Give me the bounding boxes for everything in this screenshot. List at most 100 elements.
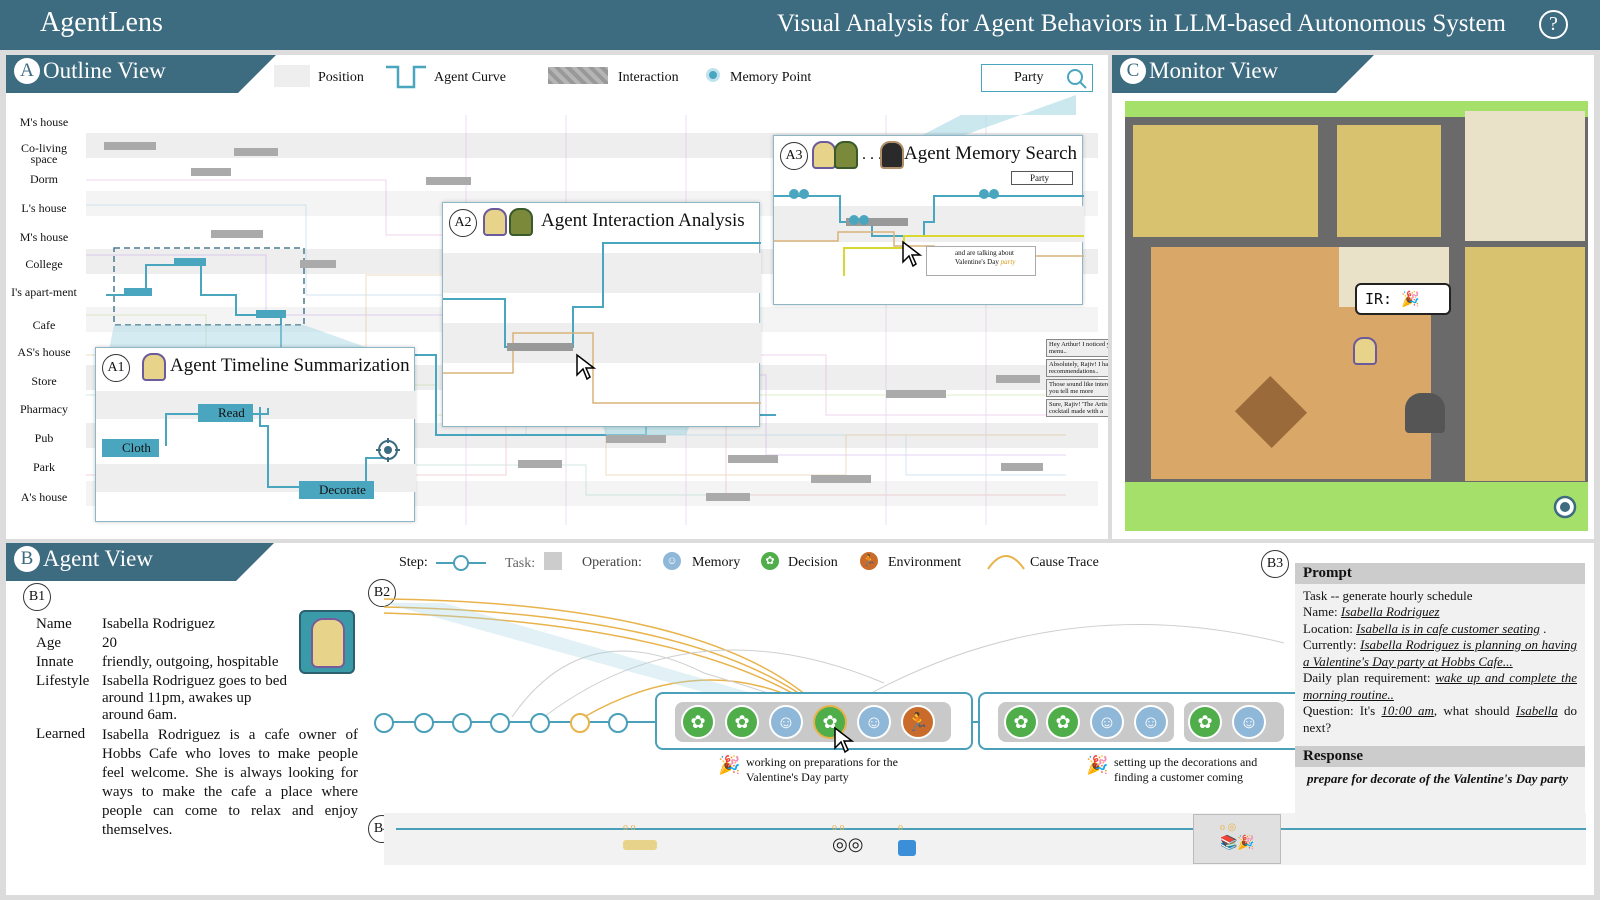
shirt-icon <box>898 840 916 856</box>
profile-value: 20 <box>102 635 117 651</box>
step-node-highlighted[interactable] <box>570 713 590 733</box>
memory-target-icon[interactable] <box>376 438 400 462</box>
profile-value: friendly, outgoing, hospitable <box>102 654 279 670</box>
step-node[interactable] <box>374 713 394 733</box>
prompt-key: Location: <box>1303 620 1353 636</box>
tag-label: Decorate <box>319 482 366 497</box>
agent-view-tab: B Agent View <box>6 543 274 581</box>
decision-op-icon[interactable]: ✿ <box>1188 705 1222 739</box>
step-node[interactable] <box>414 713 434 733</box>
prompt-value: Isabella is in cafe customer seating <box>1356 620 1540 636</box>
prompt-heading: Prompt <box>1295 563 1585 584</box>
agent-memory-search: A3 . . . Agent Memory Search Party and a… <box>773 135 1084 305</box>
prompt-value: 10:00 am <box>1381 703 1434 718</box>
step-node[interactable] <box>490 713 510 733</box>
agent-view-title: Agent View <box>43 546 153 571</box>
app-header: AgentLens Visual Analysis for Agent Beha… <box>0 0 1600 50</box>
monitor-view-tab: C Monitor View <box>1112 55 1374 93</box>
timeline-tag-cloth[interactable]: Cloth <box>102 439 159 457</box>
app-subtitle: Visual Analysis for Agent Behaviors in L… <box>776 10 1506 37</box>
decision-op-icon[interactable]: ✿ <box>725 705 759 739</box>
cursor-icon <box>576 353 597 381</box>
prompt-key: Daily plan requirement: <box>1303 670 1431 685</box>
memory-icon: ☺ <box>661 550 683 572</box>
environment-op-icon[interactable]: 🏃 <box>901 705 935 739</box>
prompt-panel: Prompt Task -- generate hourly schedule … <box>1295 563 1585 823</box>
note-mid: are talking <box>966 249 997 257</box>
memory-points-group[interactable]: o <box>898 822 922 862</box>
chat-message: Those sound like interesting choices! Co… <box>1046 379 1108 397</box>
decision-op-icon[interactable]: ✿ <box>1004 705 1038 739</box>
profile-value: Isabella Rodriguez <box>102 616 215 632</box>
books-icon: 📚🎉 <box>1220 836 1255 851</box>
prompt-body: Task -- generate hourly schedule Name: I… <box>1303 587 1578 735</box>
memory-points-group[interactable]: o o ◎◎ <box>832 822 872 862</box>
decision-op-icon[interactable]: ✿ <box>1046 705 1080 739</box>
step-node[interactable] <box>608 713 628 733</box>
profile-key: Lifestyle <box>36 673 90 689</box>
a3-interaction-note: and are talking about Valentine's Day pa… <box>926 246 1036 276</box>
memory-op-icon[interactable]: ☺ <box>1090 705 1124 739</box>
memory-op-icon[interactable]: ☺ <box>1232 705 1266 739</box>
step-legend-icon <box>436 555 486 571</box>
speech-bubble: IR: 🎉 <box>1355 283 1451 315</box>
monitor-view-title: Monitor View <box>1149 58 1279 83</box>
cursor-icon <box>834 726 855 754</box>
prompt-task: Task -- generate hourly schedule <box>1303 587 1473 603</box>
agent-interaction-analysis: A2 Agent Interaction Analysis Hey Arthur… <box>442 202 1108 427</box>
party-popper-icon: 🎉 <box>1086 755 1109 775</box>
task-group-1[interactable]: ✿ ✿ ☺ ✿ ☺ 🏃 <box>655 692 973 754</box>
legend-operation-label: Operation: <box>582 555 642 570</box>
memory-points-group[interactable]: o o <box>623 822 657 862</box>
b3-badge: B3 <box>1261 550 1289 578</box>
tag-label: Cloth <box>122 440 151 455</box>
memory-op-icon[interactable]: ☺ <box>769 705 803 739</box>
locate-target-icon[interactable] <box>1551 493 1579 521</box>
legend-environment-label: Environment <box>888 555 962 570</box>
panel-badge: B <box>14 546 40 572</box>
profile-value: Isabella Rodriguez is a cafe owner of Ho… <box>102 727 358 838</box>
legend-task-label: Task: <box>505 556 536 571</box>
glasses-icon: ◎◎ <box>832 834 864 854</box>
panel-badge: C <box>1120 58 1146 84</box>
memory-op-icon[interactable]: ☺ <box>857 705 891 739</box>
app-title: AgentLens <box>40 7 163 38</box>
game-map[interactable]: IR: 🎉 <box>1125 101 1588 531</box>
question-circle-icon[interactable]: ? <box>1539 10 1568 39</box>
task-group-2[interactable]: ✿ ✿ ☺ ☺ ✿ ☺ <box>978 692 1298 750</box>
task-legend-swatch <box>544 552 562 570</box>
decision-op-icon[interactable]: ✿ <box>681 705 715 739</box>
profile-key: Learned <box>36 726 86 742</box>
step-node[interactable] <box>530 713 550 733</box>
memory-points-group[interactable]: o ◎ 📚🎉 <box>1220 822 1264 862</box>
prompt-key: Currently: <box>1303 637 1357 652</box>
party-popper-icon: 🎉 <box>718 755 741 775</box>
profile-key: Innate <box>36 654 74 670</box>
chat-message: Hey Arthur! I noticed you're updating th… <box>1046 339 1108 357</box>
step-node[interactable] <box>452 713 472 733</box>
task-summary-2: setting up the decorations and finding a… <box>1114 755 1258 784</box>
isabella-sprite-icon[interactable] <box>1353 337 1377 365</box>
monitor-view-panel: C Monitor View IR: 🎉 <box>1112 55 1594 539</box>
cursor-icon <box>902 240 923 268</box>
decision-icon: ✿ <box>759 550 781 572</box>
b1-badge: B1 <box>23 583 51 611</box>
chat-message: Absolutely, Rajiv! I have a few cocktail… <box>1046 359 1108 377</box>
memory-op-icon[interactable]: ☺ <box>1134 705 1168 739</box>
profile-value: Isabella Rodriguez goes to bed around 11… <box>102 673 287 723</box>
prompt-key: Name: <box>1303 604 1338 619</box>
food-icon <box>623 840 657 850</box>
legend-step-label: Step: <box>399 555 428 570</box>
outline-view-panel: A Outline View Position Agent Curve Inter… <box>6 55 1108 539</box>
note-highlight: party <box>1000 258 1016 266</box>
environment-icon: 🏃 <box>858 550 880 572</box>
note-and: and <box>955 249 966 257</box>
party-popper-icon: 🎉 <box>1401 290 1420 308</box>
bubble-text: IR: <box>1365 290 1393 308</box>
agent-profile-table: Name Isabella Rodriguez Age 20 Innate frien… <box>36 615 358 841</box>
cause-trace-legend-icon <box>987 555 1025 570</box>
chat-message: Sure, Rajiv! 'The Artist's Palette' is a… <box>1046 399 1108 417</box>
prompt-question: Question: It's <box>1303 703 1376 718</box>
timeline-tag-read[interactable]: Read <box>198 404 253 422</box>
timeline-tag-decorate[interactable]: Decorate <box>299 481 374 499</box>
